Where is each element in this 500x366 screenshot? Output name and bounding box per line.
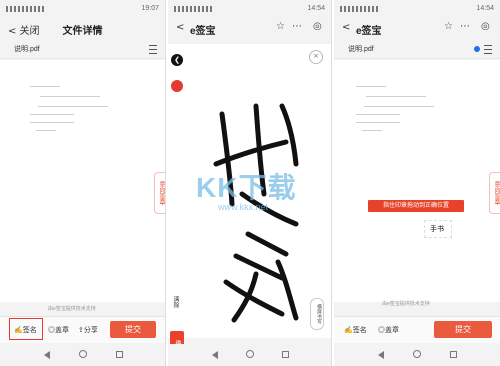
back-button[interactable]: <: [176, 22, 184, 33]
nav-back-icon[interactable]: [378, 351, 384, 359]
nav-back-icon[interactable]: [212, 351, 218, 359]
star-icon[interactable]: ☆: [444, 21, 453, 32]
phone-file-details: 19:07 < 关闭 文件详情 说明.pdf 意向签章 由e签宝提供技术支持 ✍…: [0, 0, 166, 366]
more-icon[interactable]: ⋯: [460, 21, 470, 32]
nav-home-icon[interactable]: [79, 350, 87, 358]
sign-label: 签名: [352, 327, 367, 334]
seal-button[interactable]: ◎盖章: [378, 325, 399, 335]
submit-button[interactable]: 提交: [434, 321, 492, 338]
sign-button[interactable]: ✍签名: [344, 325, 367, 335]
file-name: 说明.pdf: [348, 46, 374, 53]
clear-button[interactable]: 清除: [171, 296, 180, 308]
black-pen-button[interactable]: ❮: [171, 54, 183, 66]
status-time: 14:54: [307, 5, 325, 12]
drag-tip: 指住印章拖动到正确位置: [368, 200, 464, 212]
file-row: 说明.pdf: [334, 40, 500, 59]
seal-label: 盖章: [55, 327, 69, 334]
landscape-toggle[interactable]: 横屏书写: [310, 298, 324, 330]
close-canvas-button[interactable]: ×: [309, 50, 323, 64]
seal-button[interactable]: ◎盖章: [48, 325, 69, 335]
page-title: 文件详情: [62, 26, 103, 37]
nav-recent-icon[interactable]: [282, 351, 289, 358]
signal-icons: [174, 6, 212, 12]
nav-home-icon[interactable]: [246, 350, 254, 358]
star-icon[interactable]: ☆: [276, 21, 285, 32]
more-icon[interactable]: ⋯: [292, 21, 302, 32]
target-icon[interactable]: ◎: [481, 21, 490, 32]
menu-icon[interactable]: [149, 45, 157, 54]
system-nav-bar: [0, 344, 165, 366]
file-row: 说明.pdf: [0, 40, 165, 59]
bottom-toolbar: ✍签名 ◎盖章 提交: [334, 316, 500, 343]
seal-label: 盖章: [385, 327, 399, 334]
tech-support: 由e签宝提供技术支持: [382, 301, 430, 307]
side-tab-seal[interactable]: 意向签章: [154, 172, 165, 214]
target-icon[interactable]: ◎: [313, 21, 322, 32]
watermark-logo: KK下载: [196, 172, 297, 203]
side-tab-seal[interactable]: 意向签章: [489, 172, 500, 214]
phone-place-signature: 14:54 < e签宝 ☆ ⋯ ◎ 说明.pdf 意向签章 指住印章拖动到正确位…: [334, 0, 500, 366]
nav-recent-icon[interactable]: [116, 351, 123, 358]
document-preview[interactable]: [334, 60, 500, 302]
status-dot-icon: [474, 46, 480, 52]
file-name: 说明.pdf: [14, 46, 40, 53]
nav-home-icon[interactable]: [413, 350, 421, 358]
back-button[interactable]: <: [342, 22, 350, 33]
pen-toolbar: ❮ 清除 确定: [168, 44, 187, 361]
submit-button[interactable]: 提交: [110, 321, 156, 338]
status-time: 19:07: [141, 5, 159, 12]
status-time: 14:54: [476, 5, 494, 12]
watermark-url: www.kkx.net: [218, 202, 269, 212]
share-button[interactable]: ⇪分享: [78, 325, 98, 335]
sign-highlight: [9, 318, 43, 340]
nav-back-icon[interactable]: [44, 351, 50, 359]
signal-icons: [6, 6, 44, 12]
menu-icon[interactable]: [484, 45, 492, 54]
signal-icons: [340, 6, 378, 12]
tech-support: 由e签宝提供技术支持: [48, 306, 96, 312]
page-title: e签宝: [190, 26, 216, 37]
system-nav-bar: [334, 344, 500, 366]
status-bar: 14:54: [168, 0, 331, 18]
share-label: 分享: [83, 327, 98, 334]
nav-recent-icon[interactable]: [450, 351, 457, 358]
header: < 关闭 文件详情: [0, 18, 165, 40]
red-pen-button[interactable]: [171, 80, 183, 92]
status-bar: 14:54: [334, 0, 500, 18]
placed-signature-text: 手书: [430, 225, 444, 233]
header: < e签宝 ☆ ⋯ ◎: [334, 18, 500, 40]
system-nav-bar: [168, 344, 331, 366]
page-title: e签宝: [356, 26, 382, 37]
document-preview[interactable]: [0, 60, 165, 302]
status-bar: 19:07: [0, 0, 165, 18]
header: < e签宝 ☆ ⋯ ◎: [168, 18, 331, 40]
